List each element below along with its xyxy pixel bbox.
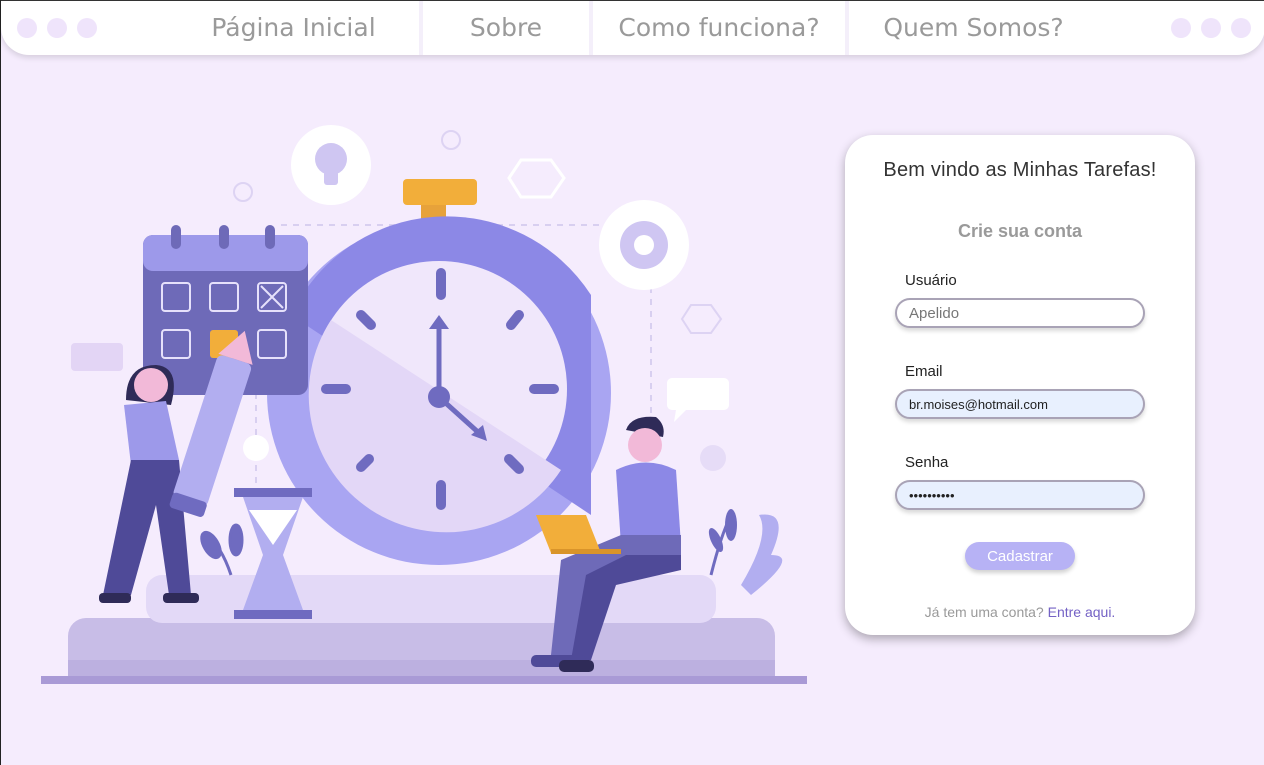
deco-dot <box>700 445 726 471</box>
password-input[interactable] <box>895 480 1145 510</box>
signup-button[interactable]: Cadastrar <box>965 542 1075 570</box>
time-management-illustration <box>41 125 807 684</box>
plant-left <box>200 523 244 576</box>
form-subtitle: Crie sua conta <box>957 221 1083 241</box>
hourglass-top <box>234 488 312 497</box>
top-navbar: Página Inicial Sobre Como funciona? Quem… <box>1 0 1264 55</box>
speech-bubble <box>667 378 729 410</box>
email-label: Email <box>905 363 943 380</box>
deco-circle <box>233 182 253 202</box>
welcome-title: Bem vindo as Minhas Tarefas! <box>883 159 1157 181</box>
platform-shade <box>68 660 775 678</box>
deco-dot <box>243 435 269 461</box>
main-nav: Página Inicial Sobre Como funciona? Quem… <box>1 1 1264 55</box>
password-label: Senha <box>905 454 949 471</box>
bench <box>146 575 716 623</box>
nav-about[interactable]: Sobre <box>441 1 571 55</box>
nav-who-we-are[interactable]: Quem Somos? <box>861 1 1086 55</box>
decorative-dot <box>1171 18 1191 38</box>
email-input[interactable] <box>895 389 1145 419</box>
decorative-dot <box>1201 18 1221 38</box>
login-prompt-text: Já tem uma conta? <box>924 604 1044 620</box>
gear-icon <box>620 221 668 269</box>
plant-right <box>708 509 783 595</box>
deco-hexagon <box>507 158 566 199</box>
floor-line <box>41 676 807 684</box>
clock-center <box>428 386 450 408</box>
login-link[interactable]: Entre aqui. <box>1048 604 1116 620</box>
stopwatch-button <box>403 179 477 205</box>
decorative-dot <box>1231 18 1251 38</box>
signup-card: Bem vindo as Minhas Tarefas! Crie sua co… <box>845 135 1195 635</box>
speech-bubble-tail <box>674 410 686 422</box>
nav-divider <box>419 1 423 55</box>
window-dots-right <box>1171 18 1251 38</box>
nav-how-it-works[interactable]: Como funciona? <box>606 1 832 55</box>
speech-bubble <box>71 343 123 371</box>
nav-divider <box>589 1 593 55</box>
username-input[interactable] <box>895 298 1145 328</box>
deco-circle <box>441 130 461 150</box>
login-prompt-line: Já tem uma conta? Entre aqui. <box>845 604 1195 620</box>
nav-divider <box>845 1 849 55</box>
hourglass-bottom <box>234 610 312 619</box>
deco-hexagon <box>680 304 723 334</box>
username-label: Usuário <box>905 272 957 289</box>
nav-home[interactable]: Página Inicial <box>191 1 396 55</box>
